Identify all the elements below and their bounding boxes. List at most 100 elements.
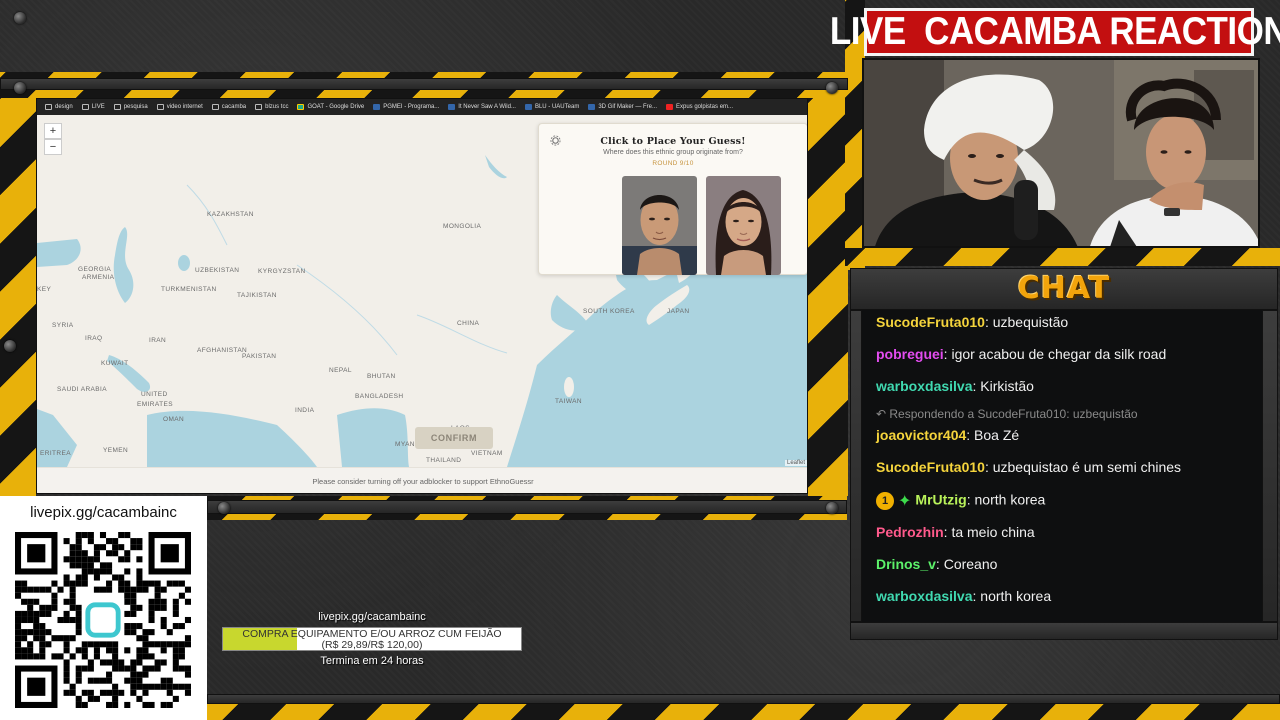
qr-module (87, 665, 94, 672)
chat-message: SucodeFruta010: uzbequistão (876, 314, 1068, 330)
bookmark-item[interactable]: PGMEI - Programa... (373, 104, 439, 110)
qr-module (142, 635, 149, 642)
qr-module (93, 568, 100, 575)
qr-module (69, 683, 76, 690)
qr-module (148, 683, 155, 690)
game-window: design LIVE pesquisa video internet cacamba b… (36, 98, 808, 494)
qr-module (45, 586, 52, 593)
qr-module (75, 556, 82, 563)
qr-module (99, 562, 107, 569)
qr-module (124, 568, 131, 575)
qr-module (63, 665, 70, 672)
qr-module (81, 562, 88, 569)
bookmark-item[interactable]: design (45, 104, 73, 110)
chat-username: pobreguei (876, 346, 944, 362)
qr-module (130, 604, 137, 611)
bookmark-item[interactable]: 3D Gif Maker — Fre... (588, 104, 657, 110)
bookmark-item[interactable]: GOAT - Google Drive (297, 104, 364, 110)
qr-module (21, 653, 28, 660)
bookmark-item[interactable]: blzus tcc (255, 104, 288, 110)
bookmark-item[interactable]: video internet (156, 104, 203, 110)
folder-icon (81, 104, 89, 110)
qr-module (51, 592, 58, 599)
panel-title: Click to Place Your Guess! (600, 136, 746, 147)
donation-goal-amount: (R$ 29,89/R$ 120,00) (321, 639, 423, 651)
qr-module (160, 647, 167, 654)
qr-module (136, 604, 143, 611)
qr-module (112, 659, 119, 666)
qr-module (142, 653, 149, 660)
qr-module (124, 610, 131, 617)
subscriber-badge: 1 (876, 492, 894, 510)
qr-module (69, 689, 76, 696)
qr-module (39, 647, 46, 654)
qr-module (63, 574, 70, 581)
qr-module (148, 629, 155, 636)
zoom-in-button[interactable]: + (44, 123, 62, 139)
qr-module (178, 647, 185, 654)
bookmark-item[interactable]: LIVE (81, 104, 105, 110)
qr-module (106, 586, 113, 593)
qr-module (184, 598, 191, 605)
qr-module (21, 610, 28, 617)
chat-text: Kirkistão (976, 378, 1034, 394)
chat-username: SucodeFruta010 (876, 459, 985, 475)
qr-module (124, 586, 131, 593)
qr-module (75, 544, 82, 551)
qr-module (106, 580, 113, 587)
qr-module (118, 544, 125, 551)
chat-frame-left (850, 310, 862, 622)
qr-module (15, 586, 22, 593)
qr-module (27, 677, 46, 696)
qr-module (154, 580, 161, 587)
qr-module (15, 580, 22, 587)
qr-module (106, 659, 113, 666)
donation-goal-text: COMPRA EQUIPAMENTO E/OU ARROZ CUM FEIJÃO… (223, 629, 521, 651)
leaflet-attribution[interactable]: Leaflet (784, 460, 807, 466)
qr-module (106, 550, 113, 557)
qr-module (45, 641, 52, 648)
qr-module (63, 689, 70, 696)
bookmark-item[interactable]: Expus golpistas em... (666, 104, 733, 110)
qr-module (63, 598, 70, 605)
qr-module (154, 604, 161, 611)
qr-module (93, 550, 100, 557)
chat-frame-right (1262, 310, 1278, 622)
qr-module (69, 616, 76, 624)
qr-module (81, 647, 88, 654)
country-label: NEPAL (329, 367, 352, 374)
country-label: THAILAND (426, 457, 462, 464)
site-icon (448, 104, 456, 110)
qr-module (21, 580, 28, 587)
qr-module (27, 610, 34, 617)
qr-module (148, 701, 155, 708)
qr-module (124, 629, 131, 636)
country-label: BHUTAN (367, 373, 396, 380)
qr-module (160, 586, 167, 593)
qr-module (136, 574, 143, 581)
chat-text: Boa Zé (970, 427, 1020, 443)
qr-module (136, 568, 143, 575)
qr-module (69, 586, 76, 593)
bookmark-item[interactable]: pesquisa (113, 104, 148, 110)
qr-module (160, 683, 167, 690)
qr-module (69, 562, 76, 569)
site-icon (524, 104, 532, 110)
bookmark-item[interactable]: It Never Saw A Wild... (448, 104, 516, 110)
qr-module (33, 635, 40, 642)
qr-module (81, 574, 88, 581)
metal-bar-under-game (207, 500, 847, 514)
bookmark-label: LIVE (91, 104, 105, 110)
qr-module (160, 616, 167, 624)
bookmark-item[interactable]: cacamba (211, 104, 246, 110)
qr-module (142, 586, 149, 593)
qr-module (93, 695, 100, 702)
confirm-button[interactable]: CONFIRM (415, 427, 493, 449)
bookmark-item[interactable]: BLU - UAUTeam (524, 104, 579, 110)
qr-module (172, 659, 179, 666)
qr-module (81, 580, 88, 587)
zoom-out-button[interactable]: − (44, 139, 62, 155)
country-label: TURKMENISTAN (161, 286, 217, 293)
qr-module (184, 635, 191, 642)
qr-module (106, 538, 113, 545)
